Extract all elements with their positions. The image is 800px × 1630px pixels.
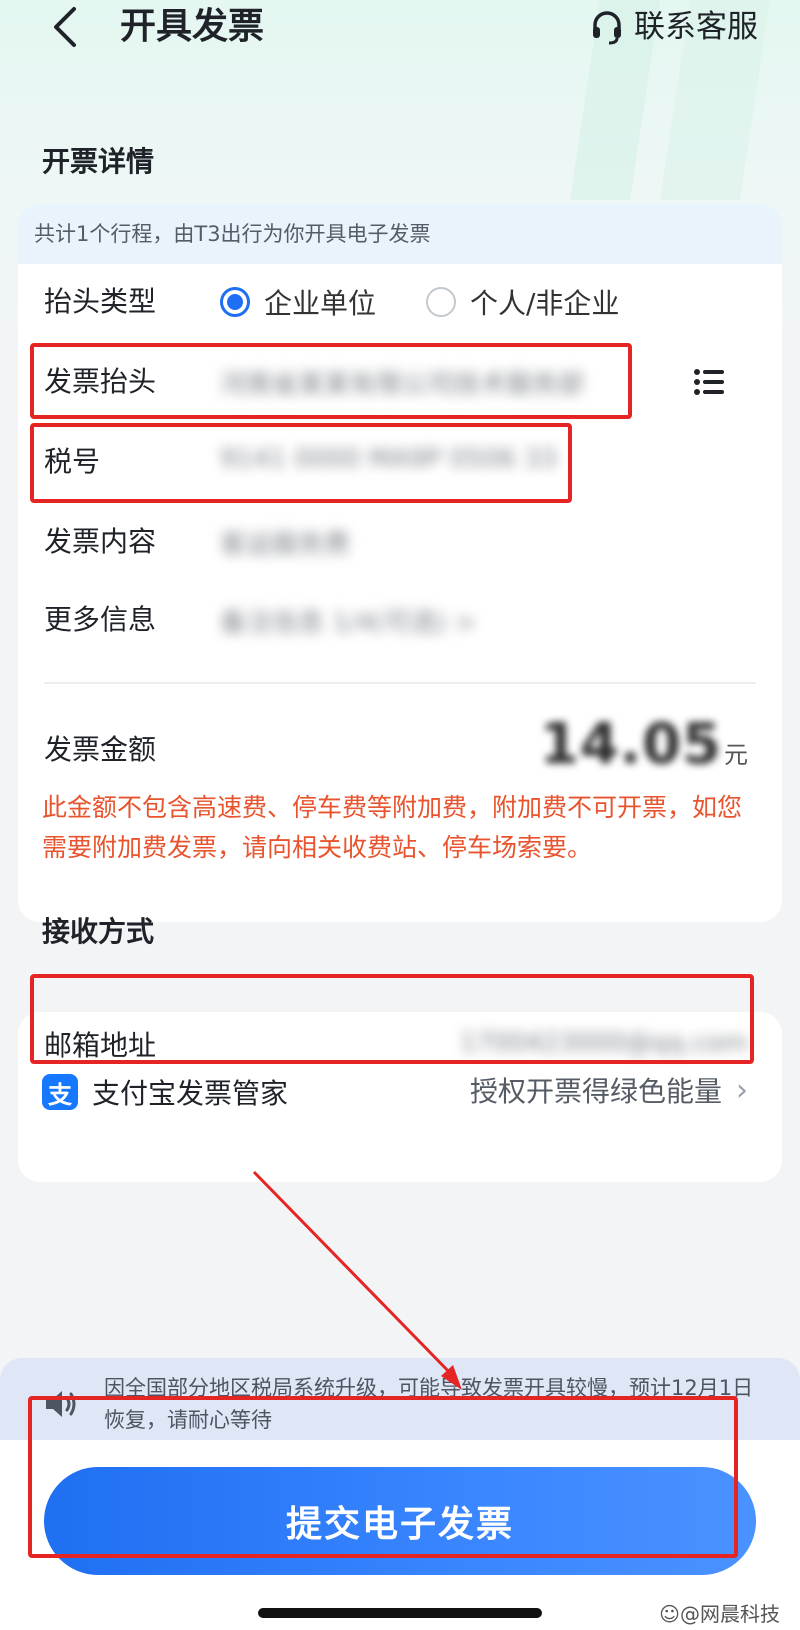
annotation-arrow: [252, 1170, 462, 1390]
